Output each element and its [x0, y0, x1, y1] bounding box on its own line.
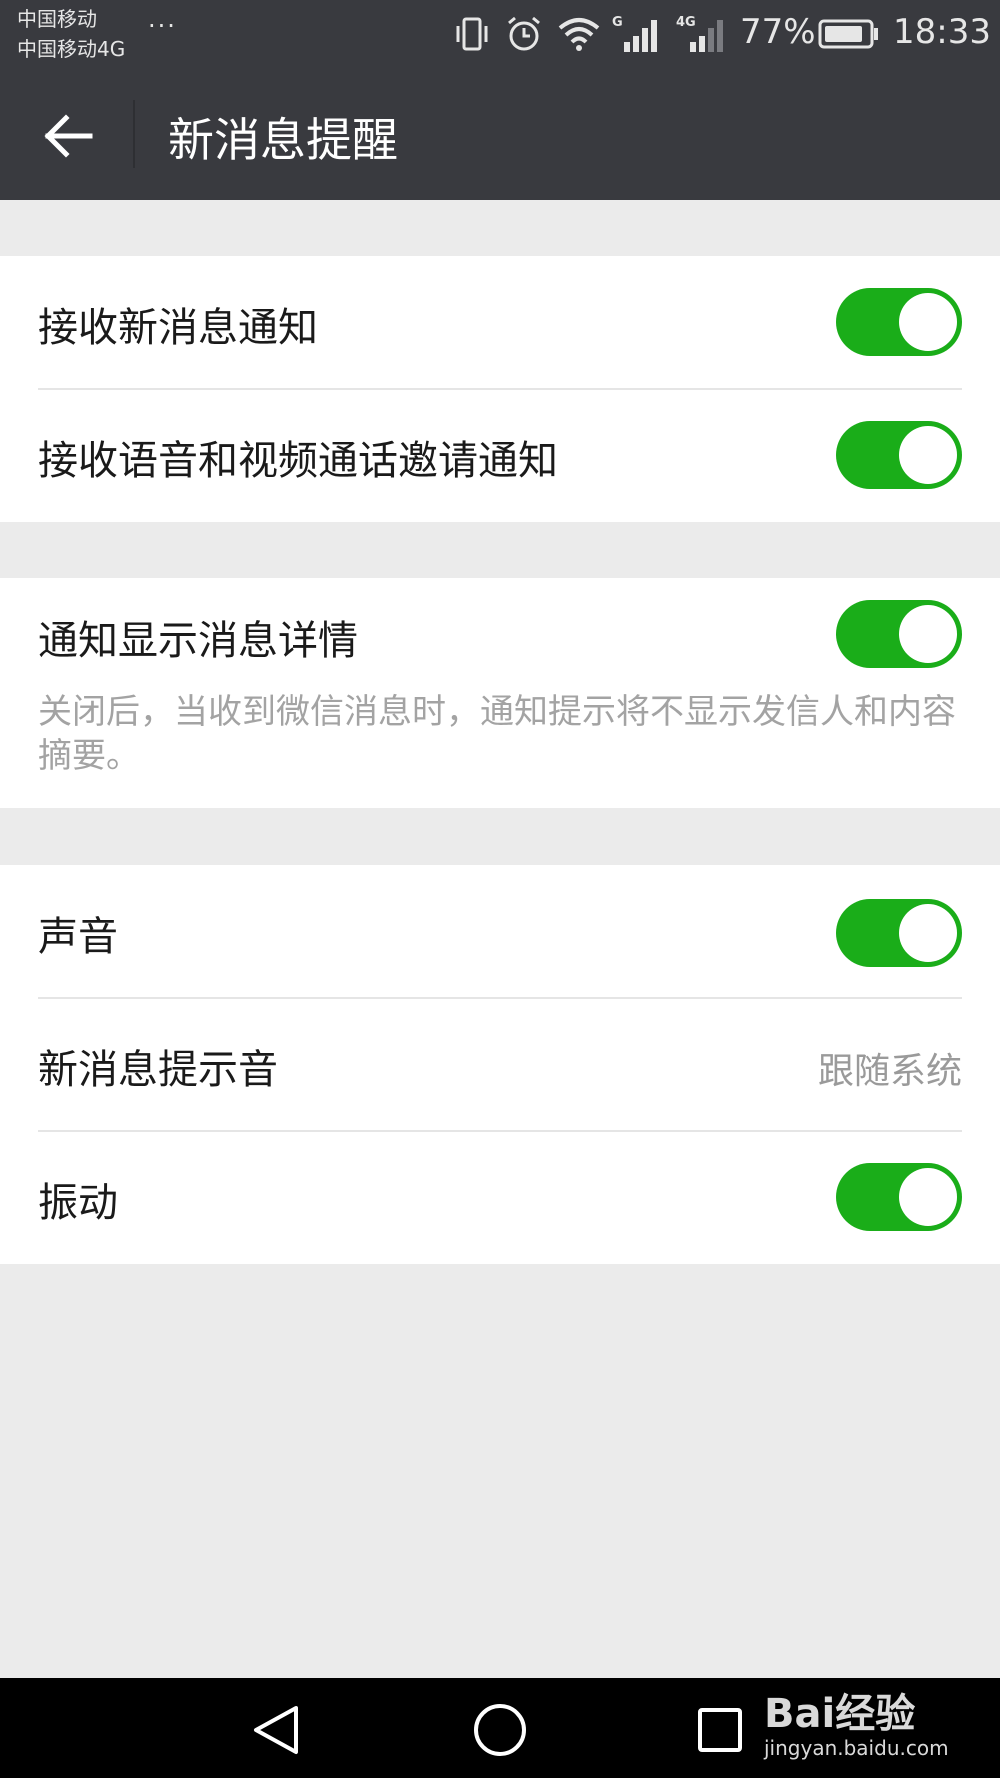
message-detail-description: 关闭后，当收到微信消息时，通知提示将不显示发信人和内容摘要。 [38, 692, 956, 776]
carrier-name-secondary: 中国移动4G [17, 37, 126, 61]
clock: 18:33 [893, 12, 991, 52]
sound-label: 声音 [38, 914, 118, 960]
battery-percentage: 77% [740, 12, 816, 52]
sound-vibrate-group: 声音 新消息提示音 跟随系统 振动 [0, 865, 1000, 1264]
nav-home-icon[interactable] [472, 1702, 528, 1758]
toggle-knob [899, 904, 957, 962]
vibrate-label: 振动 [38, 1180, 118, 1226]
ringtone-label: 新消息提示音 [38, 1047, 278, 1093]
alarm-icon [508, 16, 540, 51]
watermark-url: jingyan.baidu.com [764, 1736, 949, 1760]
page-title: 新消息提醒 [168, 113, 398, 167]
call-invite-notification-toggle[interactable] [836, 421, 962, 489]
toggle-knob [899, 293, 957, 351]
vibrate-toggle[interactable] [836, 1163, 962, 1231]
show-message-detail-row[interactable]: 通知显示消息详情 [0, 578, 1000, 690]
battery-icon [818, 19, 878, 49]
svg-text:4G: 4G [676, 15, 696, 30]
receive-new-message-toggle[interactable] [836, 288, 962, 356]
svg-text:G: G [612, 15, 623, 30]
show-message-detail-label: 通知显示消息详情 [38, 618, 358, 664]
ringtone-row[interactable]: 新消息提示音 跟随系统 [0, 998, 1000, 1131]
header-divider [133, 100, 135, 168]
vibrate-icon [456, 17, 488, 51]
receive-new-message-row[interactable]: 接收新消息通知 [0, 256, 1000, 389]
call-invite-notification-row[interactable]: 接收语音和视频通话邀请通知 [0, 389, 1000, 522]
call-invite-notification-label: 接收语音和视频通话邀请通知 [38, 438, 558, 484]
nav-recents-icon[interactable] [696, 1706, 744, 1754]
signal-g-icon: G [612, 15, 657, 52]
sound-row[interactable]: 声音 [0, 865, 1000, 998]
carrier-name-primary: 中国移动 [17, 7, 97, 31]
ringtone-value: 跟随系统 [817, 1051, 962, 1092]
toggle-knob [899, 605, 957, 663]
notification-settings-group: 接收新消息通知 接收语音和视频通话邀请通知 [0, 256, 1000, 522]
nav-back-icon[interactable] [250, 1704, 302, 1756]
status-bar: 中国移动 中国移动4G ··· G 4G 77% 18:33 [0, 0, 1000, 68]
watermark-logo: Bai经验 [764, 1691, 916, 1737]
more-notifications-indicator: ··· [148, 12, 177, 40]
signal-4g-icon: 4G [676, 15, 723, 52]
show-message-detail-toggle[interactable] [836, 600, 962, 668]
header-toolbar: 新消息提醒 [0, 68, 1000, 200]
message-detail-group: 通知显示消息详情 关闭后，当收到微信消息时，通知提示将不显示发信人和内容摘要。 [0, 578, 1000, 808]
sound-toggle[interactable] [836, 899, 962, 967]
back-arrow-icon [44, 114, 93, 158]
back-button[interactable] [30, 98, 106, 174]
toggle-knob [899, 1168, 957, 1226]
receive-new-message-label: 接收新消息通知 [38, 305, 318, 351]
vibrate-row[interactable]: 振动 [0, 1131, 1000, 1264]
toggle-knob [899, 426, 957, 484]
wifi-icon [558, 18, 600, 51]
baidu-jingyan-watermark: Bai经验 jingyan.baidu.com [764, 1692, 949, 1760]
